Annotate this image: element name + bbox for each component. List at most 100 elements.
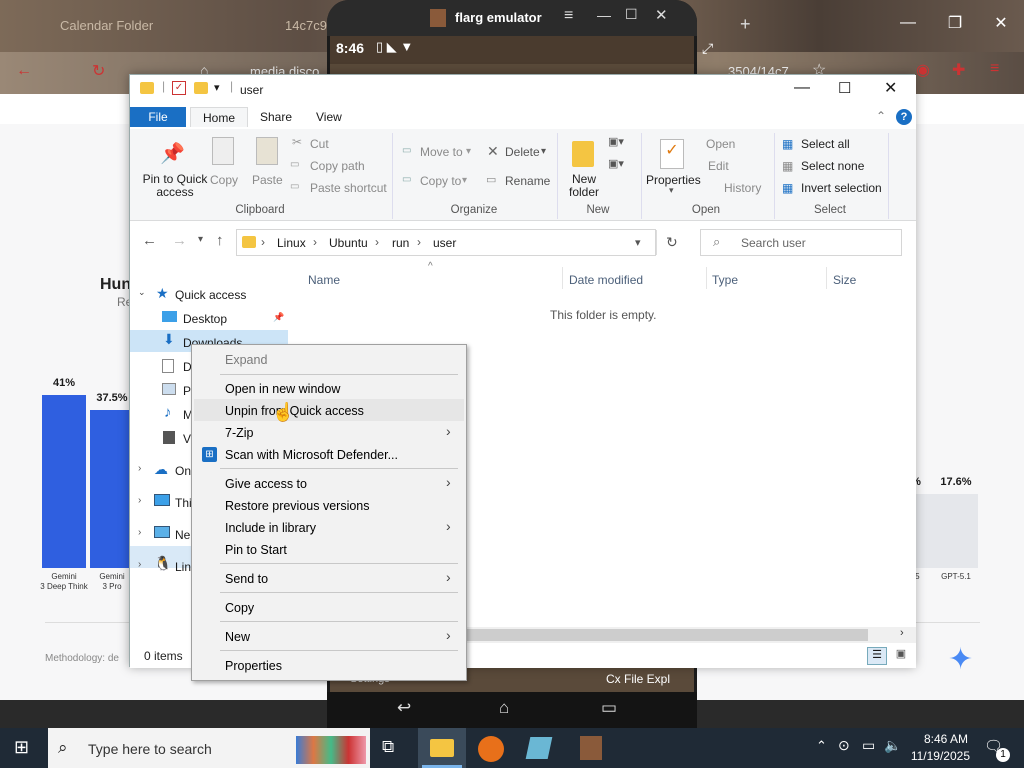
taskbar-search-box[interactable]: ⌕ Type here to search	[48, 728, 370, 768]
tab-file[interactable]: File	[130, 107, 186, 127]
history-button[interactable]: History	[724, 181, 761, 195]
open-button[interactable]: Open	[706, 137, 735, 151]
address-dropdown-icon[interactable]: ▾	[635, 236, 641, 249]
tab-view[interactable]: View	[304, 107, 354, 127]
emulator-menu-icon[interactable]: ≡	[564, 7, 573, 25]
restore-icon[interactable]: ❐	[940, 13, 970, 33]
back-icon[interactable]: ←	[16, 62, 32, 80]
invert-selection-button[interactable]: Invert selection	[801, 181, 882, 195]
network-tray-icon[interactable]: ▭	[862, 737, 875, 754]
breadcrumb-user[interactable]: user	[433, 236, 456, 250]
large-icons-view-icon[interactable]: ▣	[892, 647, 910, 665]
nav-onedrive[interactable]: On	[175, 464, 191, 478]
android-home-icon[interactable]: ⌂	[499, 698, 509, 718]
nav-linux[interactable]: Lin	[175, 560, 191, 574]
tab-share[interactable]: Share	[248, 107, 304, 127]
menu-item-send-to[interactable]: Send to	[225, 572, 268, 586]
cut-button[interactable]: Cut	[310, 137, 329, 151]
emulator-taskbar-icon[interactable]	[580, 736, 602, 760]
menu-item-expand[interactable]: Expand	[225, 353, 267, 367]
new-folder-qa-icon[interactable]	[194, 82, 208, 94]
android-recents-icon[interactable]: ▭	[601, 698, 617, 718]
new-folder-button[interactable]: New folder	[564, 173, 604, 199]
tray-overflow-icon[interactable]: ⌃	[816, 738, 827, 754]
browser-tab-title[interactable]: Calendar Folder	[60, 18, 153, 33]
column-date-modified[interactable]: Date modified	[569, 273, 643, 287]
breadcrumb-run[interactable]: run	[392, 236, 409, 250]
explorer-close-icon[interactable]: ✕	[884, 78, 897, 98]
menu-item-properties[interactable]: Properties	[225, 659, 282, 673]
account-icon[interactable]: ◉	[916, 60, 930, 80]
menu-item-copy[interactable]: Copy	[225, 601, 254, 615]
firefox-icon[interactable]	[478, 736, 504, 762]
clock-date[interactable]: 11/19/2025	[898, 749, 970, 763]
close-icon[interactable]: ✕	[986, 13, 1016, 33]
search-field[interactable]: ⌕ Search user	[700, 229, 902, 256]
move-to-button[interactable]: Move to	[420, 145, 463, 159]
back-arrow-icon[interactable]: ←	[142, 232, 157, 249]
copy-button[interactable]: Copy	[210, 173, 238, 187]
ribbon-collapse-icon[interactable]: ⌃	[876, 109, 886, 123]
column-type[interactable]: Type	[712, 273, 738, 287]
menu-item-7zip[interactable]: 7-Zip	[225, 426, 253, 440]
scrollbar-thumb[interactable]	[460, 629, 868, 641]
tray-app-icon[interactable]: ⊙	[838, 737, 850, 754]
column-name[interactable]: Name	[308, 273, 340, 287]
select-none-button[interactable]: Select none	[801, 159, 864, 173]
expand-quick-access-icon[interactable]: ⌄	[138, 287, 146, 298]
explorer-minimize-icon[interactable]: —	[794, 79, 810, 97]
menu-item-unpin-quick-access[interactable]: Unpin from Quick access	[225, 404, 364, 418]
start-windows-icon[interactable]: ⊞	[14, 737, 29, 758]
reload-icon[interactable]: ↻	[92, 61, 105, 81]
emulator-minimize-icon[interactable]: —	[597, 7, 611, 23]
copy-path-button[interactable]: Copy path	[310, 159, 365, 173]
nav-quick-access[interactable]: Quick access	[175, 288, 246, 302]
menu-item-open-new-window[interactable]: Open in new window	[225, 382, 340, 396]
address-bar[interactable]: › Linux › Ubuntu › run › user ▾	[236, 229, 657, 256]
menu-item-include-library[interactable]: Include in library	[225, 521, 316, 535]
gemini-sparkle-icon[interactable]: ✦	[948, 642, 973, 677]
up-arrow-icon[interactable]: ↑	[216, 232, 224, 249]
easy-access-icon[interactable]: ▣▾	[608, 157, 624, 170]
tab-home[interactable]: Home	[190, 107, 249, 127]
breadcrumb-ubuntu[interactable]: Ubuntu	[329, 236, 368, 250]
notepad-icon[interactable]	[525, 737, 553, 759]
menu-item-give-access[interactable]: Give access to	[225, 477, 307, 491]
expand-linux-icon[interactable]: ›	[138, 559, 141, 570]
paste-shortcut-button[interactable]: Paste shortcut	[310, 181, 387, 195]
minimize-icon[interactable]: —	[893, 14, 923, 32]
expand-network-icon[interactable]: ›	[138, 527, 141, 538]
column-size[interactable]: Size	[833, 273, 856, 287]
new-tab-icon[interactable]: +	[740, 14, 751, 35]
details-view-icon[interactable]: ☰	[867, 647, 887, 665]
customize-qa-dropdown-icon[interactable]: ▾	[214, 81, 220, 94]
horizontal-scrollbar[interactable]: ›	[460, 627, 916, 643]
nav-videos[interactable]: V	[183, 432, 191, 446]
properties-qa-icon[interactable]: ✓	[172, 81, 186, 95]
nav-pictures[interactable]: P	[183, 384, 191, 398]
menu-item-scan-defender[interactable]: Scan with Microsoft Defender...	[225, 448, 398, 462]
new-item-icon[interactable]: ▣▾	[608, 135, 624, 148]
android-back-icon[interactable]: ↩	[397, 698, 411, 718]
breadcrumb-linux[interactable]: Linux	[277, 236, 306, 250]
taskbar-explorer-button[interactable]	[418, 728, 466, 768]
emulator-maximize-icon[interactable]: ☐	[625, 6, 638, 23]
explorer-maximize-icon[interactable]: ☐	[838, 79, 851, 97]
emulator-close-icon[interactable]: ✕	[655, 6, 668, 24]
nav-network[interactable]: Ne	[175, 528, 190, 542]
delete-button[interactable]: Delete	[505, 145, 540, 159]
rename-button[interactable]: Rename	[505, 174, 550, 188]
help-icon[interactable]: ?	[896, 109, 912, 125]
select-all-button[interactable]: Select all	[801, 137, 850, 151]
expand-onedrive-icon[interactable]: ›	[138, 463, 141, 474]
fullscreen-icon[interactable]: ⤢	[702, 40, 713, 57]
scroll-right-icon[interactable]: ›	[900, 627, 904, 639]
nav-this-pc[interactable]: Thi	[175, 496, 192, 510]
expand-thispc-icon[interactable]: ›	[138, 495, 141, 506]
menu-item-restore-versions[interactable]: Restore previous versions	[225, 499, 370, 513]
pin-to-quick-access-button[interactable]: Pin to Quick access	[136, 173, 214, 199]
task-view-icon[interactable]: ⧉	[382, 737, 394, 757]
menu-icon[interactable]: ≡	[990, 60, 999, 78]
copy-to-button[interactable]: Copy to	[420, 174, 461, 188]
menu-item-new[interactable]: New	[225, 630, 250, 644]
